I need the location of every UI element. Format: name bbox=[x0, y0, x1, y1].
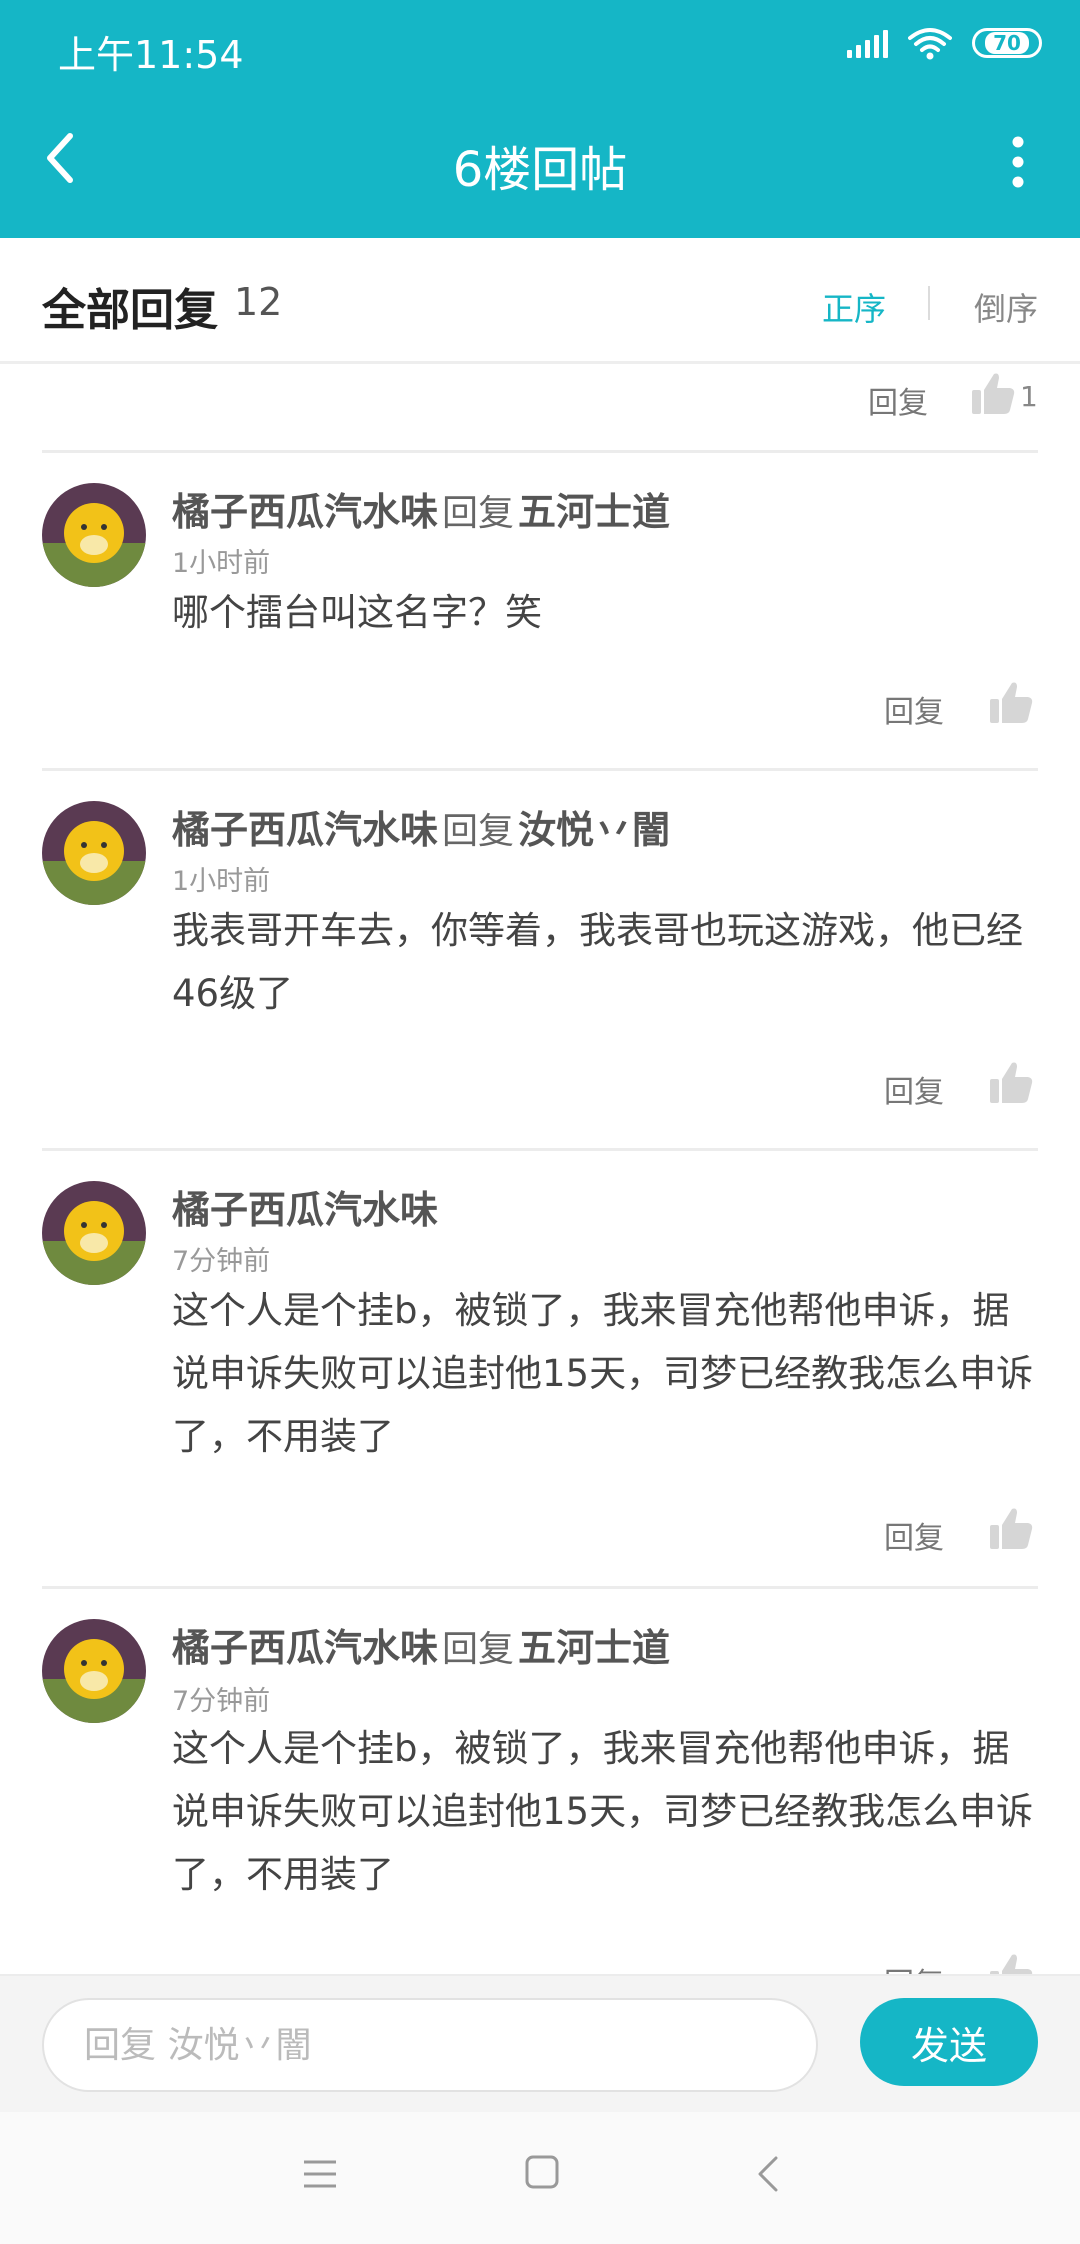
avatar[interactable] bbox=[42, 801, 146, 905]
more-vert-icon[interactable] bbox=[1008, 136, 1028, 188]
battery-level: 70 bbox=[985, 32, 1029, 54]
username[interactable]: 橘子西瓜汽水味 bbox=[172, 1626, 438, 1670]
reply-target[interactable]: 五河士道 bbox=[518, 490, 670, 534]
comment-item: 橘子西瓜汽水味 回复 五河士道 1小时前 哪个擂台叫这名字？笑 回复 bbox=[0, 453, 1080, 770]
comment-content: 这个人是个挂b，被锁了，我来冒充他帮他申诉，据说申诉失败可以追封他15天，司梦已… bbox=[172, 1289, 1034, 1458]
reply-count: 12 bbox=[234, 280, 283, 324]
reply-button[interactable]: 回复 bbox=[884, 1067, 944, 1111]
status-icons: 70 bbox=[847, 26, 1042, 60]
reply-button[interactable]: 回复 bbox=[868, 378, 928, 422]
reply-to-label: 回复 bbox=[442, 811, 515, 852]
home-icon[interactable] bbox=[524, 2154, 560, 2190]
reply-input[interactable] bbox=[42, 1998, 818, 2092]
username[interactable]: 橘子西瓜汽水味 bbox=[172, 490, 438, 534]
system-nav-bar bbox=[0, 2112, 1080, 2244]
comment-header: 橘子西瓜汽水味 回复 汝悦丷闇 bbox=[172, 799, 670, 854]
reply-input-bar: 发送 bbox=[0, 1974, 1080, 2112]
page-title: 6楼回帖 bbox=[452, 142, 628, 198]
back-icon[interactable] bbox=[754, 2154, 782, 2194]
avatar[interactable] bbox=[42, 1181, 146, 1285]
sort-asc-button[interactable]: 正序 bbox=[822, 284, 886, 330]
avatar[interactable] bbox=[42, 483, 146, 587]
reply-to-label: 回复 bbox=[442, 493, 515, 534]
comment-time: 7分钟前 bbox=[172, 1246, 271, 1277]
battery-icon: 70 bbox=[972, 28, 1042, 58]
reply-button[interactable]: 回复 bbox=[884, 687, 944, 731]
comment-time: 7分钟前 bbox=[172, 1686, 271, 1717]
signal-icon bbox=[847, 28, 888, 58]
prev-comment-actions: 回复 1 bbox=[0, 364, 1080, 452]
comment-header: 橘子西瓜汽水味 bbox=[172, 1179, 438, 1234]
comment-content: 我表哥开车去，你等着，我表哥也玩这游戏，他已经46级了 bbox=[172, 909, 1023, 1015]
all-replies-title: 全部回复 bbox=[42, 285, 218, 336]
reply-target[interactable]: 五河士道 bbox=[518, 1626, 670, 1670]
sort-desc-button[interactable]: 倒序 bbox=[974, 284, 1038, 330]
comment-item: 橘子西瓜汽水味 回复 五河士道 7分钟前 这个人是个挂b，被锁了，我来冒充他帮他申诉… bbox=[0, 1589, 1080, 1974]
menu-icon[interactable] bbox=[302, 2156, 338, 2192]
comment-header: 橘子西瓜汽水味 回复 五河士道 bbox=[172, 481, 670, 536]
comment-content: 哪个擂台叫这名字？笑 bbox=[172, 591, 542, 634]
username[interactable]: 橘子西瓜汽水味 bbox=[172, 808, 438, 852]
thumb-up-icon[interactable] bbox=[988, 1059, 1034, 1105]
sort-bar: 全部回复 12 正序 倒序 bbox=[0, 238, 1080, 364]
comment-content: 这个人是个挂b，被锁了，我来冒充他帮他申诉，据说申诉失败可以追封他15天，司梦已… bbox=[172, 1727, 1034, 1896]
reply-to-label: 回复 bbox=[442, 1629, 515, 1670]
send-button[interactable]: 发送 bbox=[860, 1998, 1038, 2086]
username[interactable]: 橘子西瓜汽水味 bbox=[172, 1188, 438, 1232]
comment-item: 橘子西瓜汽水味 7分钟前 这个人是个挂b，被锁了，我来冒充他帮他申诉，据说申诉失… bbox=[0, 1151, 1080, 1588]
avatar[interactable] bbox=[42, 1619, 146, 1723]
thumb-up-icon[interactable] bbox=[970, 370, 1016, 416]
thumb-up-icon[interactable] bbox=[988, 679, 1034, 725]
reply-button[interactable]: 回复 bbox=[884, 1959, 944, 1974]
thumb-up-icon[interactable] bbox=[988, 1505, 1034, 1551]
comment-item: 橘子西瓜汽水味 回复 汝悦丷闇 1小时前 我表哥开车去，你等着，我表哥也玩这游戏，他… bbox=[0, 771, 1080, 1150]
comment-header: 橘子西瓜汽水味 回复 五河士道 bbox=[172, 1617, 670, 1672]
thumb-up-icon[interactable] bbox=[988, 1951, 1034, 1974]
like-count: 1 bbox=[1020, 380, 1038, 413]
comment-time: 1小时前 bbox=[172, 548, 271, 579]
status-time: 上午11:54 bbox=[58, 33, 244, 77]
wifi-icon bbox=[908, 28, 952, 60]
app-header: 上午11:54 70 6楼回帖 bbox=[0, 0, 1080, 238]
comment-time: 1小时前 bbox=[172, 866, 271, 897]
reply-target[interactable]: 汝悦丷闇 bbox=[518, 808, 670, 852]
reply-button[interactable]: 回复 bbox=[884, 1513, 944, 1557]
sort-separator bbox=[928, 286, 930, 320]
